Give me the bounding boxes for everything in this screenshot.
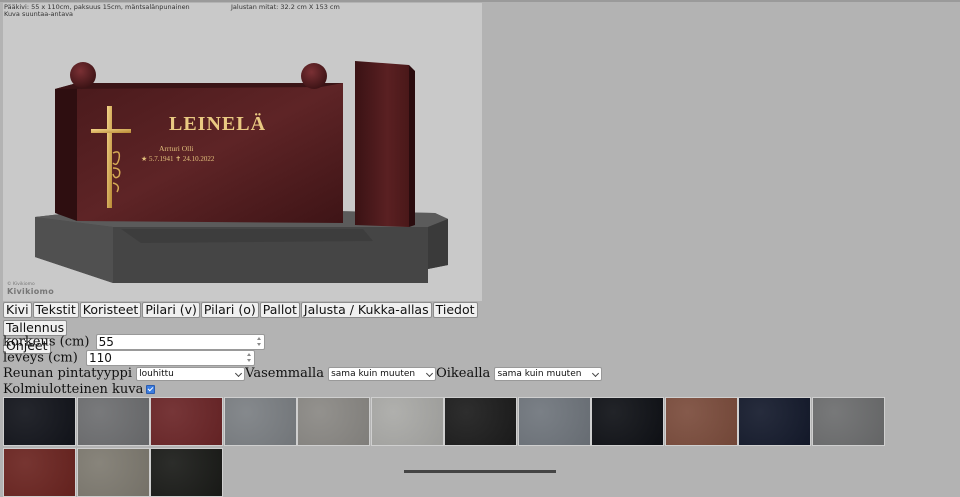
granite-swatch[interactable]	[223, 397, 297, 446]
granite-swatch[interactable]	[370, 397, 444, 446]
tab-tiedot[interactable]: Tiedot	[432, 302, 478, 318]
top-border	[0, 0, 960, 2]
left-label: Vasemmalla	[245, 366, 324, 381]
granite-swatch[interactable]	[738, 397, 811, 446]
logo-text: Kivikiomo	[7, 287, 54, 296]
right-label: Oikealla	[436, 366, 491, 381]
engraving-name: LEINELÄ	[169, 112, 266, 135]
base-dimensions-text: Jalustan mitat: 32.2 cm X 153 cm	[231, 3, 340, 11]
right-edge-value: sama kuin muuten	[497, 368, 582, 379]
chevron-down-icon	[592, 369, 600, 377]
granite-swatch[interactable]	[297, 397, 370, 446]
granite-swatch[interactable]	[811, 397, 885, 446]
tab-koristeet[interactable]: Koristeet	[79, 302, 142, 318]
height-row: korkeus (cm) 55	[3, 334, 602, 350]
width-input[interactable]: 110	[85, 350, 255, 366]
left-edge-select[interactable]: sama kuin muuten	[328, 366, 437, 381]
stone-info-left: Pääkivi: 55 x 110cm, paksuus 15cm, mänts…	[4, 4, 190, 18]
chevron-down-icon	[235, 369, 243, 377]
granite-swatch[interactable]	[591, 397, 664, 446]
granite-swatch[interactable]	[3, 397, 76, 446]
width-value: 110	[88, 351, 112, 365]
tab-tekstit[interactable]: Tekstit	[32, 302, 79, 318]
threed-row: Kolmiulotteinen kuva	[3, 382, 602, 398]
edge-type-select[interactable]: louhittu	[136, 366, 246, 381]
company-logo: © Kivikiomo Kivikiomo	[7, 282, 54, 296]
tab-pilari-o[interactable]: Pilari (o)	[200, 302, 259, 318]
width-spinner-icon[interactable]	[246, 353, 252, 362]
height-value: 55	[98, 335, 114, 349]
gravestone-render: LEINELÄ Arrturi Olli ★ 5.7.1941 ✝ 24.10.…	[35, 61, 448, 283]
granite-swatch[interactable]	[76, 397, 150, 446]
threed-label: Kolmiulotteinen kuva	[3, 382, 144, 397]
granite-swatch[interactable]	[444, 397, 517, 446]
height-input[interactable]: 55	[95, 334, 265, 350]
chevron-down-icon	[426, 369, 434, 377]
tab-jalusta-kukka-allas[interactable]: Jalusta / Kukka-allas	[300, 302, 432, 318]
width-label: leveys (cm)	[3, 350, 78, 366]
height-spinner-icon[interactable]	[256, 337, 262, 346]
tab-kivi[interactable]: Kivi	[3, 302, 32, 318]
engraving-first-names: Arrturi Olli	[159, 144, 193, 153]
height-label: korkeus (cm)	[3, 334, 90, 350]
edge-row: Reunan pintatyyppi louhittu Vasemmalla sa…	[3, 366, 603, 382]
indicative-image-note: Kuva suuntaa-antava	[4, 10, 74, 18]
granite-swatch[interactable]	[150, 397, 223, 446]
granite-swatch[interactable]	[517, 397, 591, 446]
tab-pilari-v[interactable]: Pilari (v)	[142, 302, 200, 318]
granite-swatch[interactable]	[664, 397, 738, 446]
stone-settings-form: korkeus (cm) 55 leveys (cm) 110 Reunan p…	[3, 334, 603, 398]
edge-type-label: Reunan pintatyyppi	[3, 366, 133, 381]
right-edge-select[interactable]: sama kuin muuten	[494, 366, 603, 381]
edge-type-value: louhittu	[139, 368, 174, 379]
left-edge-value: sama kuin muuten	[331, 368, 416, 379]
engraving-dates: ★ 5.7.1941 ✝ 24.10.2022	[141, 155, 215, 163]
threed-checkbox[interactable]	[146, 385, 156, 394]
width-row: leveys (cm) 110	[3, 350, 602, 366]
stone-preview: LEINELÄ Arrturi Olli ★ 5.7.1941 ✝ 24.10.…	[3, 3, 482, 301]
tab-pallot[interactable]: Pallot	[259, 302, 300, 318]
